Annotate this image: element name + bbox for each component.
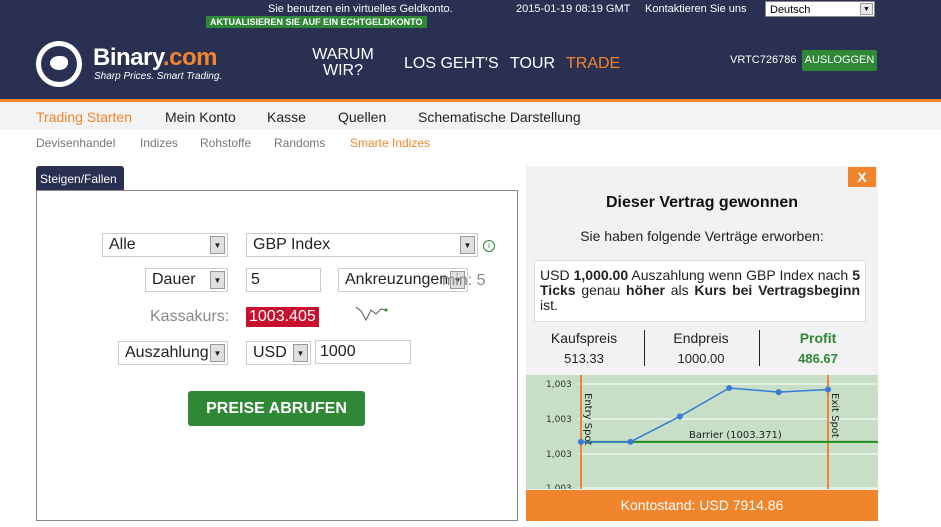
contact-link[interactable]: Kontaktieren Sie uns — [645, 3, 747, 15]
y-tick-label: 1,003 — [546, 380, 572, 390]
nav-why-us[interactable]: WARUM WIR? — [312, 47, 374, 79]
nav-tour[interactable]: TOUR — [510, 55, 555, 73]
menu-my-account[interactable]: Mein Konto — [165, 109, 236, 125]
spot-value: 1003.405 — [246, 307, 319, 327]
brand-name[interactable]: Binary.com — [93, 44, 217, 72]
amount-input[interactable]: 1000 — [315, 340, 411, 364]
price-point — [775, 389, 782, 396]
price-point — [676, 413, 683, 420]
price-point — [825, 386, 831, 393]
nav-trade[interactable]: TRADE — [566, 55, 620, 73]
profit-label: Profit — [799, 330, 837, 346]
submenu-commodities[interactable]: Rohstoffe — [200, 136, 251, 150]
info-icon[interactable]: i — [483, 240, 495, 252]
menu-charting[interactable]: Schematische Darstellung — [418, 109, 581, 125]
submenu-indices[interactable]: Indizes — [140, 136, 178, 150]
profit-value: 486.67 — [798, 351, 838, 366]
buy-price-value: 513.33 — [564, 351, 604, 366]
result-subtitle: Sie haben folgende Verträge erworben: — [580, 228, 824, 244]
language-select[interactable]: Deutsch ▼ — [765, 1, 875, 17]
upgrade-real-account-button[interactable]: AKTUALISIEREN SIE AUF EIN ECHTGELDKONTO — [206, 16, 427, 28]
y-tick-label: 1,003 — [546, 484, 572, 489]
price-point — [627, 438, 634, 445]
account-id: VRTC726786 — [730, 54, 797, 66]
brand-tagline: Sharp Prices. Smart Trading. — [94, 71, 223, 82]
get-prices-button[interactable]: PREISE ABRUFEN — [188, 391, 365, 426]
virtual-account-notice: Sie benutzen ein virtuelles Geldkonto. — [268, 3, 453, 15]
duration-type-select[interactable]: Dauer ▼ — [145, 268, 228, 292]
account-balance: Kontostand: USD 7914.86 — [526, 490, 878, 521]
logout-button[interactable]: AUSLOGGEN — [802, 50, 877, 71]
entry-spot-label: Entry Spot — [582, 393, 593, 446]
language-value: Deutsch — [770, 4, 811, 16]
currency-select[interactable]: USD ▼ — [246, 341, 311, 365]
tick-chart: 1,003 1,003 1,003 1,003 Entry Spot Exit Spo… — [526, 375, 878, 489]
menu-resources[interactable]: Quellen — [338, 109, 386, 125]
server-time: 2015-01-19 08:19 GMT — [516, 3, 631, 15]
min-duration-hint: min: 5 — [442, 272, 486, 289]
exit-spot-label: Exit Spot — [829, 393, 840, 438]
y-tick-label: 1,003 — [546, 450, 572, 460]
chevron-down-icon: ▼ — [210, 271, 225, 289]
submenu-randoms[interactable]: Randoms — [274, 136, 325, 150]
chevron-down-icon: ▼ — [860, 3, 873, 15]
duration-input[interactable]: 5 — [246, 268, 321, 292]
chevron-down-icon: ▼ — [210, 236, 225, 254]
spot-sparkline-icon — [355, 306, 388, 322]
underlying-select[interactable]: GBP Index ▼ — [246, 233, 478, 257]
result-title: Dieser Vertrag gewonnen — [605, 194, 799, 211]
submenu-forex[interactable]: Devisenhandel — [36, 136, 115, 150]
market-filter-select[interactable]: Alle ▼ — [102, 233, 228, 257]
price-point — [578, 438, 584, 445]
spot-label: Kassakurs: — [150, 308, 230, 325]
nav-get-started[interactable]: LOS GEHT'S — [404, 55, 499, 73]
buy-price-label: Kaufspreis — [550, 330, 618, 346]
main-menu: Trading Starten Mein Konto Kasse Quellen… — [0, 102, 941, 130]
submenu-smart-indices[interactable]: Smarte Indizes — [350, 136, 430, 150]
bull-logo-icon[interactable] — [36, 41, 82, 87]
chevron-down-icon: ▼ — [210, 344, 225, 362]
chevron-down-icon: ▼ — [293, 344, 308, 362]
price-point — [726, 384, 733, 391]
menu-trading-start[interactable]: Trading Starten — [36, 109, 132, 125]
tab-rise-fall[interactable]: Steigen/Fallen — [36, 166, 124, 190]
end-price-label: Endpreis — [673, 330, 729, 346]
close-button[interactable]: X — [848, 167, 876, 187]
chevron-down-icon: ▼ — [460, 236, 475, 254]
payout-type-select[interactable]: Auszahlung ▼ — [118, 341, 228, 365]
end-price-value: 1000.00 — [677, 351, 725, 366]
contract-description: USD 1,000.00 Auszahlung wenn GBP Index n… — [534, 260, 866, 322]
y-tick-label: 1,003 — [546, 415, 572, 425]
barrier-label: Barrier (1003.371) — [689, 430, 782, 441]
menu-cashier[interactable]: Kasse — [267, 109, 306, 125]
